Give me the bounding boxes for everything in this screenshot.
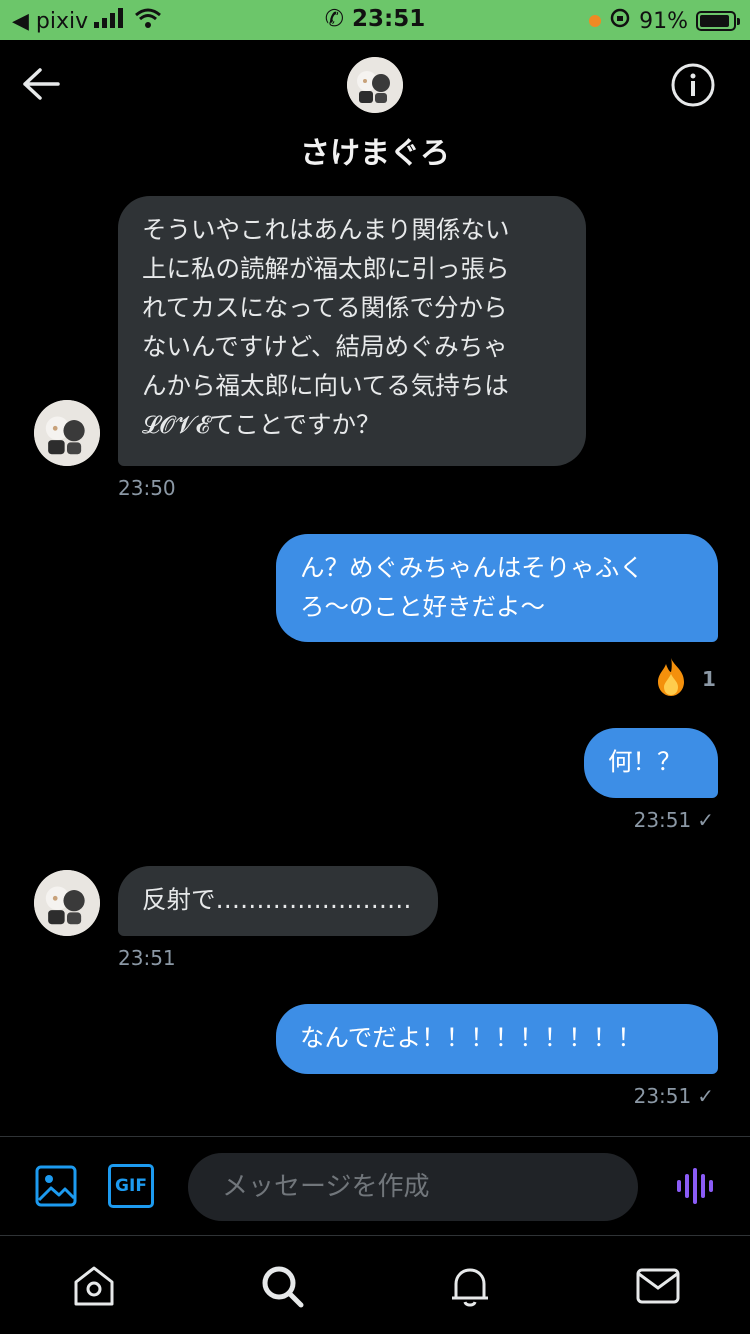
message-bubble-incoming[interactable]: そういやこれはあんまり関係ない 上に私の読解が福太郎に引っ張ら れてカスになって… <box>118 196 586 466</box>
sender-avatar[interactable] <box>34 870 100 936</box>
voice-message-button[interactable] <box>674 1166 714 1210</box>
message-line: 何！？ <box>608 747 682 776</box>
add-image-button[interactable] <box>34 1164 78 1212</box>
message-bubble-outgoing[interactable]: 何！？ <box>584 728 718 798</box>
back-arrow-icon <box>23 68 60 100</box>
message-line: れてカスになってる関係で分から <box>142 293 508 322</box>
message-timestamp: 23:51 <box>118 946 176 970</box>
home-icon <box>74 1266 114 1306</box>
message-bubble-incoming[interactable]: 反射で…………………… <box>118 866 438 936</box>
message-timestamp-row: 23:51 ✓ <box>634 1084 714 1108</box>
image-icon <box>35 1165 77 1207</box>
recording-dot <box>589 15 602 27</box>
info-button[interactable] <box>670 62 716 108</box>
message-timestamp: 23:51 <box>633 1084 692 1108</box>
message-line: そういやこれはあんまり関係ない <box>142 215 510 244</box>
fire-icon <box>650 656 692 702</box>
message-line: ろ〜のこと好きだよ〜 <box>300 592 545 621</box>
composer-divider <box>0 1136 750 1137</box>
tab-notifications[interactable] <box>446 1262 494 1310</box>
message-input-placeholder: メッセージを作成 <box>222 1172 430 1202</box>
mail-icon <box>636 1268 680 1304</box>
message-line: なんでだよ！！！！！！！！！ <box>300 1023 642 1052</box>
message-timestamp: 23:51 <box>633 808 692 832</box>
voice-icon <box>677 1168 713 1204</box>
check-icon: ✓ <box>697 1084 714 1108</box>
battery-percent: 91% <box>639 8 688 34</box>
back-button[interactable] <box>20 66 64 102</box>
message-bubble-outgoing[interactable]: なんでだよ！！！！！！！！！ <box>276 1004 718 1074</box>
bell-icon <box>452 1268 488 1307</box>
gif-icon: GIF <box>115 1176 147 1196</box>
message-timestamp-row: 23:51 ✓ <box>634 808 714 832</box>
reaction-count: 1 <box>702 667 716 691</box>
sender-avatar[interactable] <box>34 400 100 466</box>
search-icon <box>262 1266 304 1308</box>
tab-home[interactable] <box>70 1262 118 1310</box>
call-icon: ✆ <box>324 6 345 32</box>
message-input[interactable]: メッセージを作成 <box>188 1153 638 1221</box>
add-gif-button[interactable]: GIF <box>108 1164 154 1208</box>
rotation-lock-icon <box>609 7 631 35</box>
message-line: 反射で…………………… <box>142 885 412 914</box>
tab-messages[interactable] <box>634 1262 682 1310</box>
info-icon <box>671 63 715 107</box>
message-line: 𝓛𝓞𝓥𝓔てことですか？ <box>142 410 381 439</box>
message-line: 上に私の読解が福太郎に引っ張ら <box>142 254 510 283</box>
bottom-tab-bar <box>0 1236 750 1334</box>
message-bubble-outgoing[interactable]: ん？めぐみちゃんはそりゃふく ろ〜のこと好きだよ〜 <box>276 534 718 642</box>
contact-avatar[interactable] <box>347 57 403 113</box>
message-composer: GIF メッセージを作成 <box>0 1138 750 1234</box>
message-timestamp: 23:50 <box>118 476 176 500</box>
tab-search[interactable] <box>258 1262 306 1310</box>
check-icon: ✓ <box>697 808 714 832</box>
message-line: ないんですけど、結局めぐみちゃ <box>142 332 508 361</box>
battery-icon <box>696 11 740 31</box>
message-line: ん？めぐみちゃんはそりゃふく <box>300 553 644 582</box>
status-bar: ◀ pixiv ✆ 23:51 91% <box>0 0 750 40</box>
message-reaction[interactable]: 1 <box>650 656 716 702</box>
contact-name[interactable]: さけまぐろ <box>0 128 750 172</box>
status-time: 23:51 <box>352 6 426 32</box>
message-line: んから福太郎に向いてる気持ちは <box>142 371 509 400</box>
conversation-header: さけまぐろ <box>0 40 750 190</box>
